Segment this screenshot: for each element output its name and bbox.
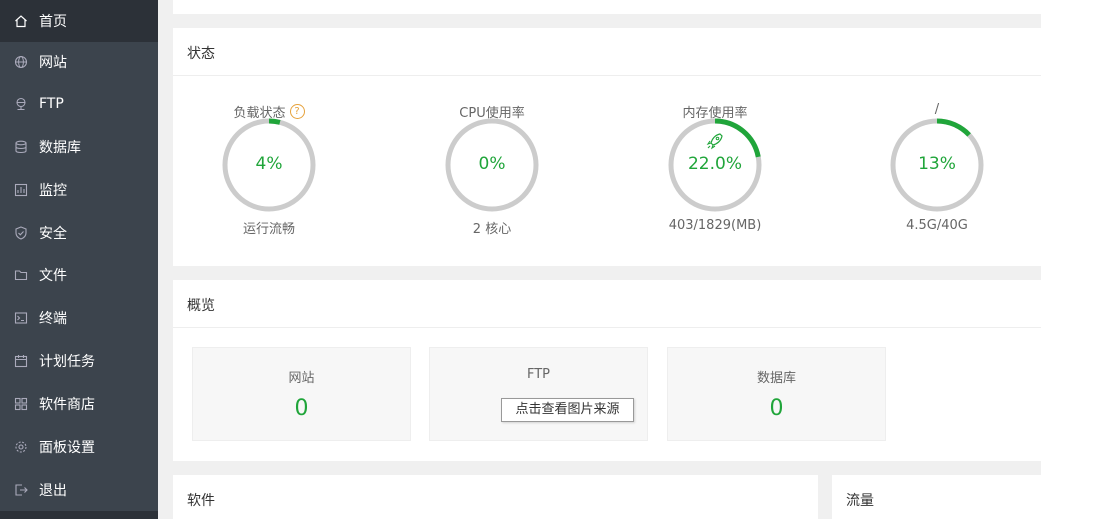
calendar-icon [14,354,28,368]
traffic-panel: 流量 [832,475,1041,519]
sidebar-item-website[interactable]: 网站 [0,41,158,83]
status-panel: 状态 负载状态? 4% 运行流畅 CPU使用率 0% 2 核心 内存使用率 22… [173,28,1041,266]
sidebar-item-label: 文件 [39,268,67,284]
overview-count[interactable]: 0 [668,396,885,421]
panel-divider [173,327,1041,328]
globe-icon [14,55,28,69]
gauge-value: 4% [255,154,283,174]
terminal-icon [14,311,28,325]
database-icon [14,140,28,154]
sidebar-item-settings[interactable]: 面板设置 [0,426,158,468]
overview-box-database[interactable]: 数据库 0 [667,347,886,441]
sidebar-item-label: 首页 [39,14,67,30]
sidebar-item-label: 监控 [39,183,67,199]
sidebar-item-terminal[interactable]: 终端 [0,297,158,339]
panel-title: 流量 [846,493,874,509]
sidebar-bottom-bar [0,511,158,519]
home-icon [14,14,28,28]
software-panel: 软件 [173,475,818,519]
image-source-tooltip[interactable]: 点击查看图片来源 [501,398,634,422]
gear-icon [14,440,28,454]
sidebar-item-label: 终端 [39,311,67,327]
folder-icon [14,268,28,282]
sidebar-item-monitor[interactable]: 监控 [0,169,158,211]
overview-box-ftp[interactable]: FTP 0 [429,347,648,441]
sidebar-item-logout[interactable]: 退出 [0,469,158,511]
overview-count[interactable]: 0 [193,396,410,421]
sidebar-item-cron[interactable]: 计划任务 [0,340,158,382]
sidebar-item-label: FTP [39,96,64,112]
overview-label: 网站 [288,371,315,386]
gauge-subtext: 2 核心 [472,222,512,237]
logout-icon [14,483,28,497]
sidebar-item-security[interactable]: 安全 [0,212,158,254]
gauge-memory[interactable]: 内存使用率 22.0% 403/1829(MB) [635,102,795,262]
gauge-subtext: 403/1829(MB) [668,218,762,233]
panel-title: 软件 [187,493,215,509]
sidebar: 首页 网站 FTP 数据库 监控 安全 文件 终端 计划任务 软件商店 面板设置… [0,0,158,519]
gauge-subtext: 运行流畅 [242,222,295,237]
sidebar-item-ftp[interactable]: FTP [0,83,158,125]
overview-label: 数据库 [756,371,796,386]
gauge-label: / [934,102,940,117]
shield-icon [14,226,28,240]
ftp-icon [14,97,28,111]
overview-label: FTP [526,367,551,382]
panel-divider [173,75,1041,76]
sidebar-item-database[interactable]: 数据库 [0,126,158,168]
sidebar-item-home[interactable]: 首页 [0,0,158,42]
monitor-icon [14,183,28,197]
top-panel [173,0,1041,14]
sidebar-item-label: 数据库 [39,140,81,156]
sidebar-item-files[interactable]: 文件 [0,254,158,296]
panel-title: 概览 [187,298,215,314]
gauge-value: 13% [918,154,956,174]
gauge-value: 22.0% [687,154,742,174]
sidebar-item-label: 网站 [39,55,67,71]
sidebar-item-label: 软件商店 [39,397,95,413]
gauge-subtext: 4.5G/40G [906,218,968,233]
sidebar-item-store[interactable]: 软件商店 [0,383,158,425]
rocket-icon[interactable] [705,131,725,151]
gauge-load[interactable]: 负载状态? 4% 运行流畅 [189,102,349,262]
sidebar-item-label: 安全 [39,226,67,242]
sidebar-item-label: 计划任务 [39,354,95,370]
page-margin [1041,0,1098,519]
gauge-value: 0% [478,154,506,174]
sidebar-item-label: 退出 [39,483,67,499]
overview-box-website[interactable]: 网站 0 [192,347,411,441]
gauge-disk[interactable]: / 13% 4.5G/40G [857,102,1017,262]
grid-icon [14,397,28,411]
gauge-cpu[interactable]: CPU使用率 0% 2 核心 [412,102,572,262]
panel-title: 状态 [187,46,215,62]
sidebar-item-label: 面板设置 [39,440,95,456]
